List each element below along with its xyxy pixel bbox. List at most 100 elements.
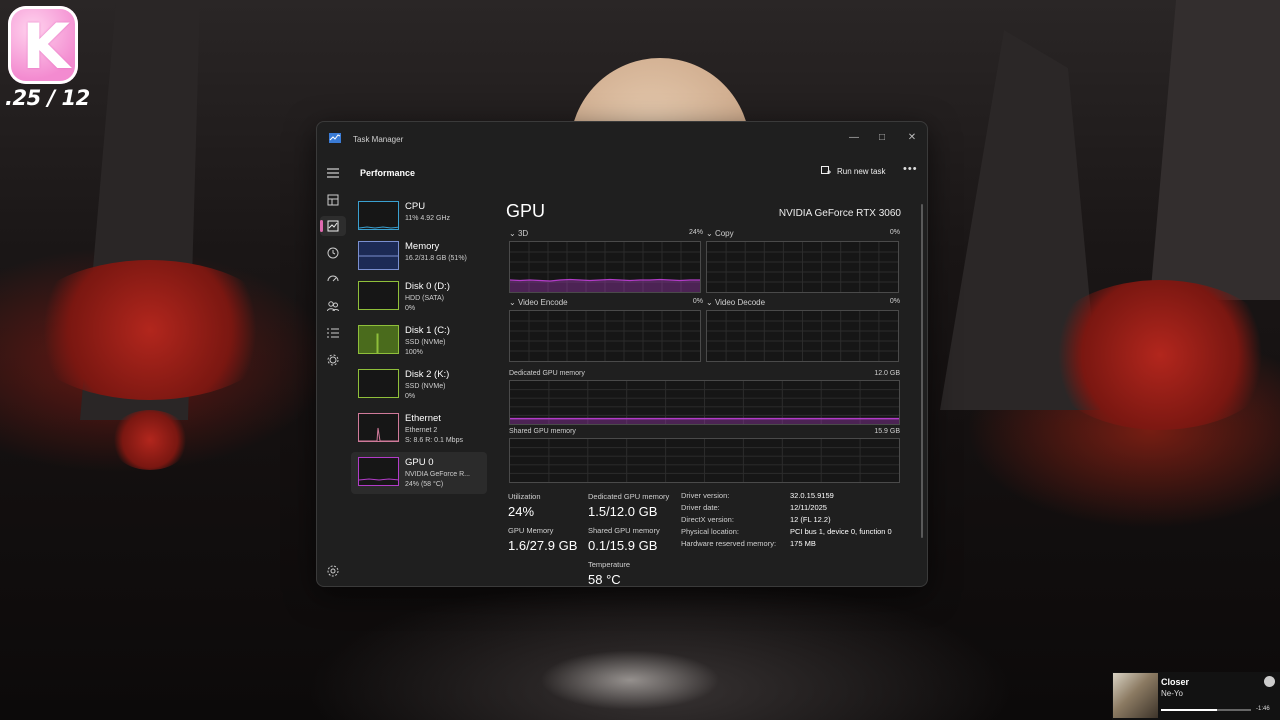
- nav-selected-indicator: [320, 220, 323, 232]
- shared-memory-graph-max: 15.9 GB: [874, 428, 900, 435]
- page-title: Performance: [360, 168, 416, 178]
- device-usage: 24% (58 °C): [405, 481, 444, 488]
- now-playing-widget[interactable]: Closer Ne-Yo -1:46: [1112, 672, 1280, 720]
- device-name: CPU: [405, 201, 426, 212]
- device-detail: 16.2/31.8 GB (51%): [405, 255, 467, 262]
- processes-icon[interactable]: [326, 193, 340, 207]
- task-manager-app-icon: [329, 133, 341, 143]
- device-name: Disk 2 (K:): [405, 369, 450, 380]
- device-thumbnail: [358, 201, 399, 230]
- engine-copy-label: Copy: [714, 229, 734, 238]
- shared-memory-stat-label: Shared GPU memory: [588, 526, 660, 535]
- far-right-cliff: [1150, 0, 1280, 300]
- device-detail: 11% 4.92 GHz: [405, 215, 451, 222]
- device-name: Disk 1 (C:): [405, 325, 450, 336]
- device-name: GPU 0: [405, 457, 434, 468]
- performance-icon[interactable]: [326, 219, 340, 233]
- moon-reflection: [540, 650, 720, 710]
- shared-memory-graph-label: Shared GPU memory: [509, 428, 576, 435]
- device-detail: HDD (SATA): [405, 295, 445, 302]
- device-item-cpu[interactable]: CPU 11% 4.92 GHz: [351, 196, 487, 238]
- right-red-tree: [1040, 280, 1280, 430]
- date-overlay: .25 / 12: [5, 86, 90, 110]
- shared-memory-graph: [509, 438, 900, 483]
- shared-memory-stat-value: 0.1/15.9 GB: [588, 538, 658, 553]
- info-key: Hardware reserved memory:: [681, 539, 777, 548]
- engine-encode-dropdown[interactable]: ⌄ Video Encode: [509, 298, 568, 307]
- engine-copy-graph: [706, 241, 899, 293]
- run-new-task-label: Run new task: [837, 166, 886, 176]
- info-value: 12 (FL 12.2): [790, 515, 831, 524]
- device-item-ethernet[interactable]: Ethernet Ethernet 2 S: 8.6 R: 0.1 Mbps: [351, 408, 487, 450]
- title-bar[interactable]: Task Manager — □ ✕: [317, 122, 927, 156]
- engine-decode-graph: [706, 310, 899, 362]
- left-red-tree: [20, 260, 280, 400]
- time-remaining: -1:46: [1256, 706, 1270, 712]
- device-usage: 100%: [405, 349, 423, 356]
- device-item-disk-1-c[interactable]: Disk 1 (C:) SSD (NVMe) 100%: [351, 320, 487, 362]
- run-new-task-button[interactable]: Run new task: [821, 166, 885, 176]
- k-logo: K: [8, 6, 84, 86]
- scrollbar[interactable]: [921, 204, 923, 538]
- settings-gear-icon[interactable]: [326, 564, 340, 578]
- temperature-value: 58 °C: [588, 572, 621, 587]
- engine-encode-graph: [509, 310, 701, 362]
- engine-decode-grid: [707, 311, 898, 361]
- device-thumbnail-trace: [359, 370, 399, 398]
- dedicated-memory-graph-label: Dedicated GPU memory: [509, 370, 585, 377]
- shared-memory-grid: [510, 439, 899, 482]
- users-icon[interactable]: [326, 299, 340, 313]
- device-thumbnail-trace: [359, 478, 398, 481]
- playback-progress-fill: [1161, 709, 1217, 711]
- info-value: 32.0.15.9159: [790, 491, 834, 500]
- device-detail: Ethernet 2: [405, 427, 438, 434]
- engine-encode-label: Video Encode: [517, 298, 568, 307]
- device-thumbnail: [358, 325, 399, 354]
- startup-apps-icon[interactable]: [326, 272, 340, 286]
- details-icon[interactable]: [326, 326, 340, 340]
- device-item-disk-2-k[interactable]: Disk 2 (K:) SSD (NVMe) 0%: [351, 364, 487, 406]
- device-usage: 0%: [405, 393, 416, 400]
- more-options-button[interactable]: •••: [903, 163, 918, 175]
- engine-decode-label: Video Decode: [714, 298, 766, 307]
- device-thumbnail: [358, 369, 399, 398]
- playback-progress-bar[interactable]: [1161, 709, 1251, 711]
- artist-name: Ne-Yo: [1161, 689, 1183, 698]
- window-title: Task Manager: [353, 135, 404, 144]
- device-thumbnail-trace: [359, 255, 398, 257]
- device-item-gpu-0[interactable]: GPU 0 NVIDIA GeForce R... 24% (58 °C): [351, 452, 487, 494]
- engine-decode-dropdown[interactable]: ⌄ Video Decode: [706, 298, 765, 307]
- dedicated-memory-area: [510, 418, 899, 424]
- device-item-disk-0-d[interactable]: Disk 0 (D:) HDD (SATA) 0%: [351, 276, 487, 318]
- maximize-button[interactable]: □: [867, 127, 897, 149]
- device-thumbnail-trace: [359, 226, 398, 229]
- dedicated-memory-graph: [509, 380, 900, 425]
- engine-3d-dropdown[interactable]: ⌄ 3D: [509, 229, 528, 238]
- device-thumbnail: [358, 241, 399, 270]
- info-value: 12/11/2025: [790, 503, 827, 512]
- engine-encode-grid: [510, 311, 700, 361]
- engine-copy-grid: [707, 242, 898, 292]
- device-detail: SSD (NVMe): [405, 339, 446, 346]
- engine-3d-percent: 24%: [688, 229, 703, 236]
- gpu-memory-label: GPU Memory: [508, 526, 554, 535]
- app-history-icon[interactable]: [326, 246, 340, 260]
- temperature-label: Temperature: [588, 560, 631, 569]
- song-title: Closer: [1161, 677, 1190, 687]
- device-item-memory[interactable]: Memory 16.2/31.8 GB (51%): [351, 236, 487, 278]
- device-thumbnail-trace: [376, 333, 379, 353]
- device-thumbnail-trace: [359, 427, 398, 441]
- k-logo-letter: K: [22, 10, 71, 83]
- gpu-heading: GPU: [506, 201, 546, 221]
- device-usage: 0%: [405, 305, 416, 312]
- close-button[interactable]: ✕: [897, 127, 927, 149]
- engine-copy-percent: 0%: [889, 229, 900, 236]
- services-icon[interactable]: [326, 353, 340, 367]
- hamburger-menu-icon[interactable]: [326, 166, 340, 180]
- device-name: Memory: [405, 241, 440, 252]
- utilization-value: 24%: [508, 504, 535, 519]
- minimize-button[interactable]: —: [839, 127, 869, 149]
- engine-copy-dropdown[interactable]: ⌄ Copy: [706, 229, 734, 238]
- device-detail: NVIDIA GeForce R...: [405, 471, 470, 478]
- device-thumbnail-trace: [359, 282, 399, 310]
